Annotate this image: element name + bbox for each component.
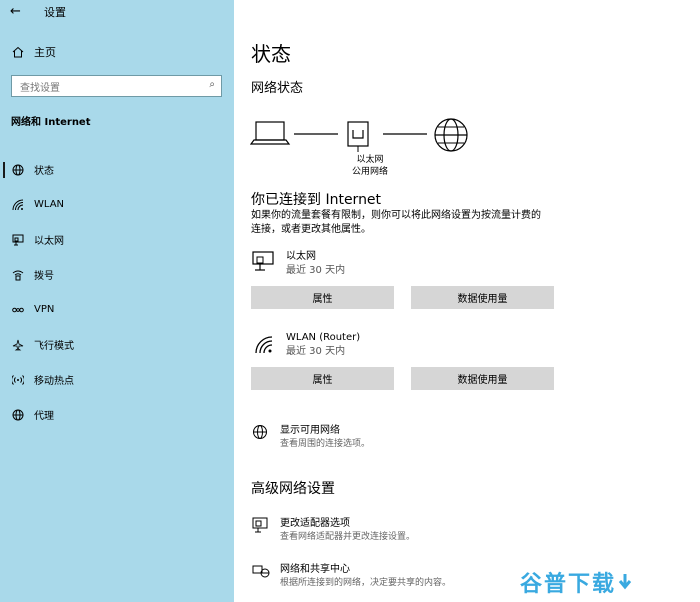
wlan-connection: WLAN (Router) 最近 30 天内: [252, 331, 360, 359]
sidebar-item-label: 移动热点: [34, 376, 74, 387]
globe-icon: [252, 424, 274, 451]
sidebar-item-ethernet[interactable]: 以太网: [0, 222, 234, 257]
app-title: 设置: [44, 6, 66, 19]
dialup-icon: [10, 269, 26, 281]
ethernet-data-usage-button[interactable]: 数据使用量: [411, 286, 554, 309]
description-line: 如果你的流量套餐有限制，则你可以将此网络设置为按流量计费的: [251, 210, 541, 221]
search-box[interactable]: ⌕: [11, 75, 222, 99]
internet-globe-icon: [434, 118, 468, 152]
link-description: 查看网络适配器并更改连接设置。: [280, 532, 416, 542]
connected-heading: 你已连接到 Internet: [251, 192, 382, 208]
sidebar-item-label: 拨号: [34, 271, 54, 282]
globe-icon: [10, 164, 26, 176]
sidebar-item-proxy[interactable]: 代理: [0, 397, 234, 432]
link-description: 查看周围的连接选项。: [280, 439, 371, 449]
ethernet-caption-line2: 公用网络: [351, 167, 388, 177]
ethernet-properties-button[interactable]: 属性: [251, 286, 394, 309]
home-link[interactable]: 主页: [12, 44, 56, 60]
link-title: 显示可用网络: [280, 425, 340, 436]
adapter-icon: [252, 517, 274, 544]
sidebar-item-label: 飞行模式: [34, 341, 74, 352]
wifi-icon: [10, 199, 26, 211]
sidebar-item-label: 代理: [34, 411, 54, 422]
sidebar-item-dialup[interactable]: 拨号: [0, 257, 234, 292]
wlan-properties-button[interactable]: 属性: [251, 367, 394, 390]
sidebar-item-label: 以太网: [34, 236, 64, 247]
wifi-icon: [252, 331, 276, 359]
sidebar-item-hotspot[interactable]: 移动热点: [0, 362, 234, 397]
ethernet-icon: [252, 250, 276, 278]
sidebar-item-vpn[interactable]: VPN: [0, 292, 234, 327]
search-icon[interactable]: ⌕: [209, 79, 215, 90]
home-icon: [12, 46, 24, 58]
home-label: 主页: [34, 46, 56, 59]
connection-usage-period: 最近 30 天内: [286, 265, 346, 276]
sidebar-item-label: WLAN: [34, 199, 65, 210]
show-available-networks[interactable]: 显示可用网络 查看周围的连接选项。: [252, 424, 370, 451]
connection-name: WLAN (Router): [286, 332, 361, 343]
ethernet-caption: 以太网 公用网络: [330, 154, 410, 178]
active-marker: [3, 162, 5, 178]
ethernet-connection: 以太网 最近 30 天内: [252, 250, 345, 278]
ethernet-caption-line1: 以太网: [356, 155, 384, 165]
change-adapter-options[interactable]: 更改适配器选项 查看网络适配器并更改连接设置。: [252, 517, 415, 544]
laptop-icon: [250, 121, 291, 145]
connection-name: 以太网: [286, 251, 316, 262]
connection-usage-period: 最近 30 天内: [286, 346, 346, 357]
sidebar-item-wlan[interactable]: WLAN: [0, 187, 234, 222]
search-input[interactable]: [12, 78, 192, 99]
page-title: 状态: [251, 42, 291, 66]
sidebar-item-status[interactable]: 状态: [0, 152, 234, 187]
proxy-icon: [10, 409, 26, 421]
hotspot-icon: [10, 374, 26, 386]
link-description: 根据所连接到的网络，决定要共享的内容。: [280, 578, 452, 588]
title-bar: ← 设置: [0, 0, 234, 24]
watermark-text: 谷普下载: [520, 572, 617, 597]
watermark-logo: 谷普下载: [520, 566, 632, 598]
airplane-icon: [10, 339, 26, 351]
advanced-settings-heading: 高级网络设置: [251, 481, 335, 497]
network-sharing-center[interactable]: 网络和共享中心 根据所连接到的网络，决定要共享的内容。: [252, 563, 451, 590]
sidebar: ← 设置 主页 ⌕ 网络和 Internet 状态 WLAN: [0, 0, 234, 602]
sidebar-item-label: 状态: [34, 166, 54, 177]
main-content: 状态 网络状态 以太网 公用网络 你已连接到 Internet 如果你的流量套餐…: [234, 0, 700, 602]
connection-description: 如果你的流量套餐有限制，则你可以将此网络设置为按流量计费的 连接，或者更改其他属…: [251, 209, 571, 237]
section-heading: 网络和 Internet: [11, 117, 91, 128]
download-arrow-icon: [618, 574, 632, 590]
link-title: 网络和共享中心: [280, 564, 350, 575]
sidebar-item-airplane[interactable]: 飞行模式: [0, 327, 234, 362]
back-button[interactable]: ←: [10, 4, 21, 19]
sidebar-item-label: VPN: [34, 304, 55, 315]
sidebar-nav: 状态 WLAN 以太网 拨号 VPN 飞行模式 移动热点 代理: [0, 152, 234, 432]
vpn-icon: [10, 304, 26, 316]
link-title: 更改适配器选项: [280, 518, 350, 529]
network-status-heading: 网络状态: [251, 81, 304, 96]
wlan-data-usage-button[interactable]: 数据使用量: [411, 367, 554, 390]
description-line: 连接，或者更改其他属性。: [251, 224, 371, 235]
sharing-center-icon: [252, 563, 274, 590]
ethernet-icon: [10, 234, 26, 246]
ethernet-port-icon: [347, 121, 369, 152]
